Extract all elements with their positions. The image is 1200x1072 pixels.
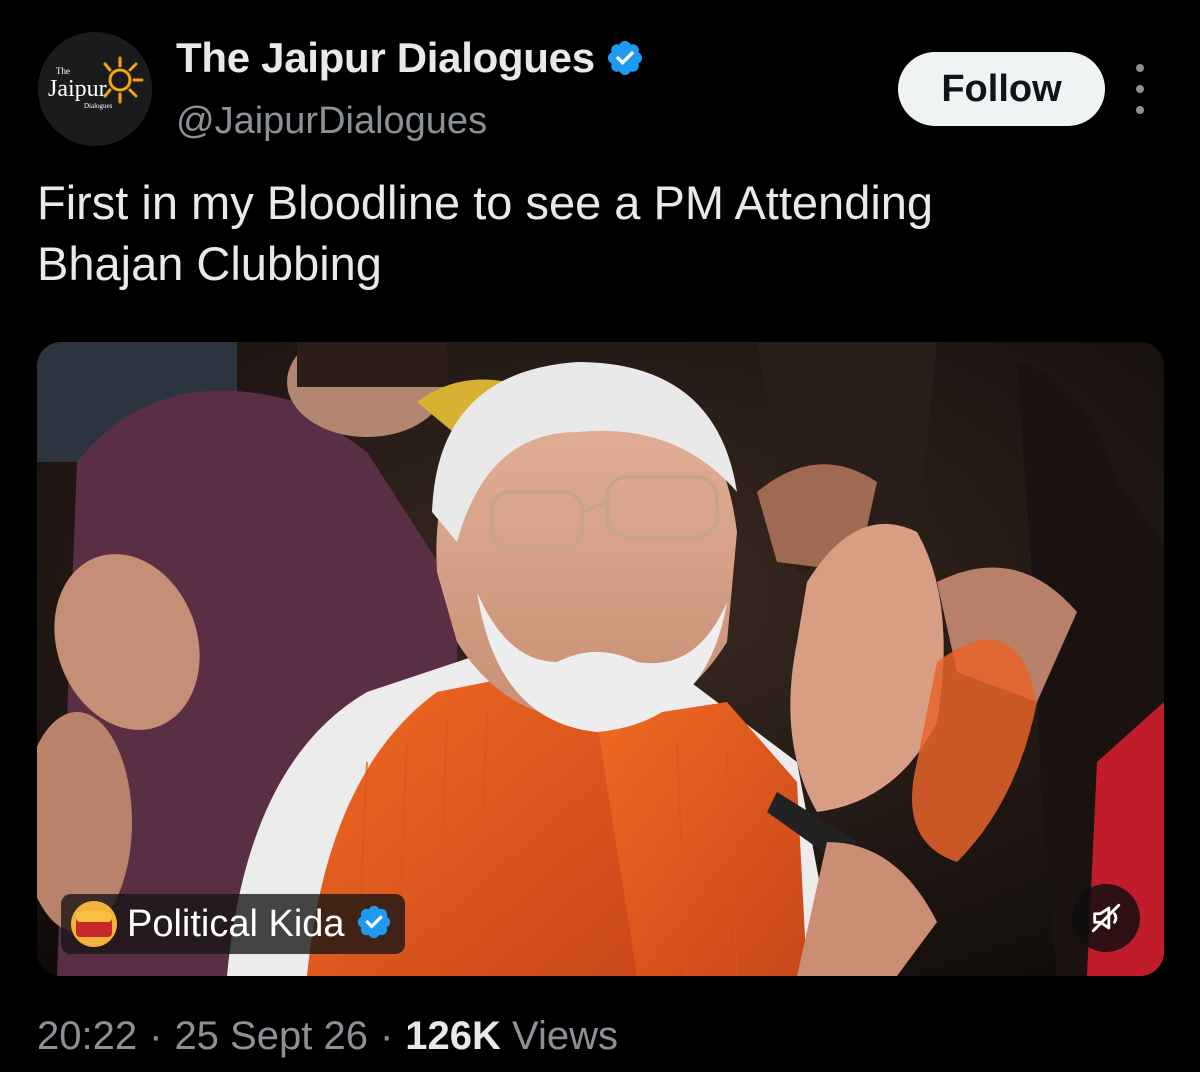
video-frame (37, 342, 1164, 976)
follow-button[interactable]: Follow (898, 52, 1105, 126)
meta-separator: · (149, 1014, 163, 1058)
video-source-chip[interactable]: Political Kida (61, 894, 405, 954)
author-handle[interactable]: @JaipurDialogues (176, 100, 487, 143)
author-avatar[interactable]: The Jaipur Dialogues (38, 32, 152, 146)
tweet-time[interactable]: 20:22 (37, 1014, 137, 1059)
verified-badge-icon (605, 38, 645, 78)
tweet-video[interactable]: Political Kida (37, 342, 1164, 976)
meta-separator: · (379, 1014, 394, 1058)
more-vertical-icon[interactable] (1126, 64, 1154, 114)
volume-muted-icon[interactable] (1072, 884, 1140, 952)
views-count: 126K (405, 1014, 501, 1058)
verified-badge-icon (355, 903, 393, 946)
political-kida-logo (71, 901, 117, 947)
tweet-date[interactable]: 25 Sept 26 (174, 1014, 368, 1059)
tweet-meta: 20:22 · 25 Sept 26 · 126K Views (37, 1014, 618, 1059)
logo-sub-text: Dialogues (84, 102, 113, 110)
tweet-text: First in my Bloodline to see a PM Attend… (37, 176, 934, 290)
author-name-row[interactable]: The Jaipur Dialogues (176, 34, 645, 82)
author-display-name[interactable]: The Jaipur Dialogues (176, 34, 595, 82)
logo-main-text: Jaipur (48, 76, 107, 102)
jaipur-dialogues-logo: The Jaipur Dialogues (38, 32, 152, 146)
tweet-card: The Jaipur Dialogues The Jaipur Dialogue… (0, 0, 1200, 1072)
logo-top-text: The (56, 66, 70, 76)
video-source-name[interactable]: Political Kida (127, 903, 345, 946)
views-label: Views (512, 1014, 618, 1058)
